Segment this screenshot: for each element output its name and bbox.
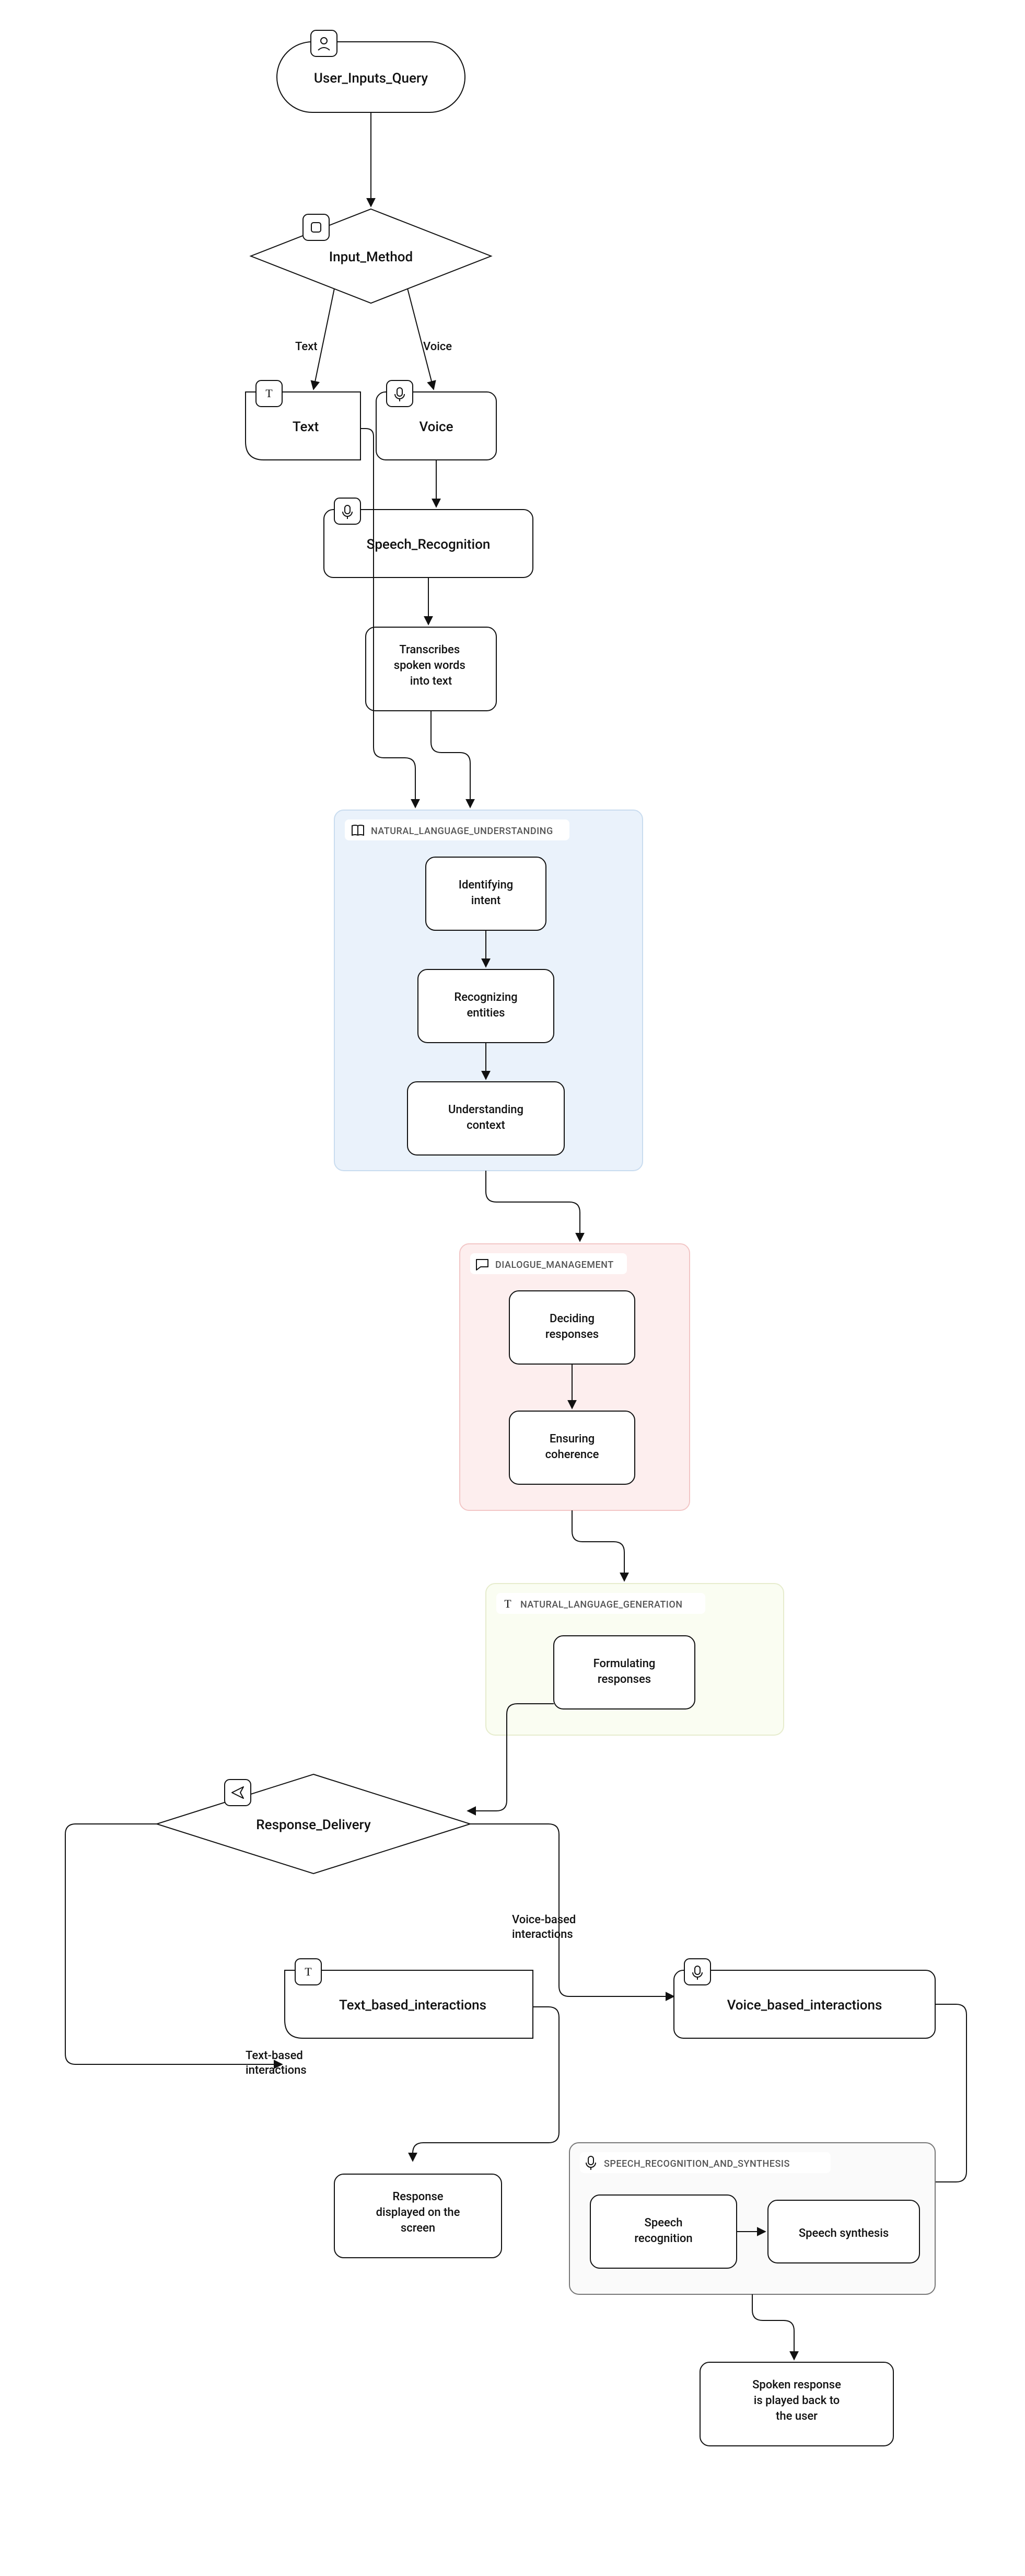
node-speech-recognition: Speech_Recognition — [324, 498, 533, 577]
edge-label-text-interactions: Text-basedinteractions — [246, 2049, 307, 2077]
node-voice-based-interactions: Voice_based_interactions — [674, 1959, 935, 2038]
mic-icon — [684, 1959, 710, 1985]
edge — [431, 711, 470, 807]
flowchart-diagram: T User_Inputs_Query Input_Method Text Vo… — [0, 0, 1025, 2576]
node-response-delivery: Response_Delivery — [157, 1774, 470, 1874]
label-text: Text — [293, 419, 319, 435]
edge — [360, 429, 415, 807]
node-deciding-responses — [509, 1291, 635, 1364]
edge-label-voice: Voice — [423, 340, 452, 353]
node-voice: Voice — [376, 380, 496, 460]
node-understanding-context — [407, 1082, 564, 1155]
mic-icon — [387, 380, 413, 407]
cluster-nlu: NATURAL_LANGUAGE_UNDERSTANDING Identifyi… — [334, 810, 643, 1171]
send-icon — [225, 1780, 251, 1806]
cluster-nlg: NATURAL_LANGUAGE_GENERATION Formulatingr… — [486, 1584, 784, 1735]
cluster-dialogue-management: DIALOGUE_MANAGEMENT Decidingresponses En… — [460, 1244, 690, 1510]
label-voice-based: Voice_based_interactions — [727, 1997, 882, 2013]
edge-label-voice-interactions: Voice-basedinteractions — [512, 1913, 576, 1941]
node-input-method: Input_Method — [251, 209, 491, 303]
node-speech-recognition-2 — [590, 2195, 737, 2268]
edge — [486, 1171, 580, 1241]
square-icon — [303, 214, 329, 240]
label-cluster-srs: SPEECH_RECOGNITION_AND_SYNTHESIS — [604, 2158, 790, 2169]
label-speech-recognition: Speech_Recognition — [367, 537, 491, 552]
node-user-inputs-query: User_Inputs_Query — [277, 30, 465, 112]
label-cluster-dm: DIALOGUE_MANAGEMENT — [495, 1260, 614, 1270]
edge — [65, 1824, 282, 2064]
node-text-based-interactions: Text_based_interactions — [285, 1959, 533, 2038]
edge — [407, 288, 434, 389]
cluster-srs: SPEECH_RECOGNITION_AND_SYNTHESIS Speechr… — [569, 2143, 935, 2294]
node-response-displayed: Responsedisplayed on thescreen — [334, 2174, 502, 2258]
label-text-based: Text_based_interactions — [339, 1997, 486, 2013]
edge — [752, 2294, 794, 2360]
label-cluster-nlg: NATURAL_LANGUAGE_GENERATION — [520, 1599, 683, 1610]
node-spoken-response: Spoken responseis played back tothe user — [700, 2362, 893, 2446]
label-response-delivery: Response_Delivery — [256, 1817, 371, 1833]
label-input-method: Input_Method — [329, 249, 413, 265]
node-formulating-responses — [554, 1636, 695, 1709]
node-transcribes: Transcribes spoken words into text — [366, 627, 496, 711]
label-cluster-nlu: NATURAL_LANGUAGE_UNDERSTANDING — [371, 826, 553, 837]
label-voice: Voice — [419, 419, 453, 435]
node-identifying-intent — [426, 857, 546, 930]
node-text: Text — [246, 380, 360, 460]
edge — [313, 288, 334, 389]
node-recognizing-entities — [418, 969, 554, 1043]
mic-icon — [334, 498, 360, 524]
label-speech-synthesis: Speech synthesis — [799, 2227, 889, 2240]
node-ensuring-coherence — [509, 1411, 635, 1484]
label-user-inputs-query: User_Inputs_Query — [314, 71, 428, 86]
edge-label-text: Text — [295, 340, 318, 353]
edge — [572, 1510, 624, 1581]
